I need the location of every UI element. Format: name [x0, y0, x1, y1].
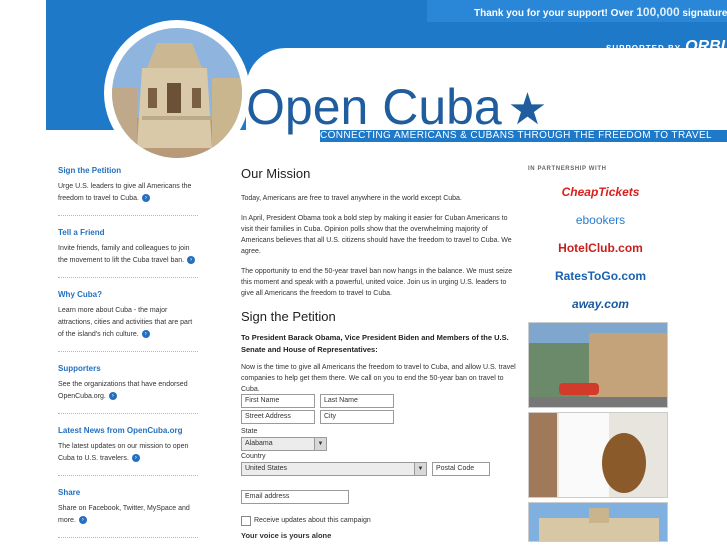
email-field[interactable]: Email address	[241, 490, 349, 504]
state-value: Alabama	[245, 440, 273, 447]
sidebar-item-text: The latest updates on our mission to ope…	[58, 443, 189, 462]
arrow-right-icon[interactable]: ›	[141, 330, 150, 339]
sidebar-item-supporters[interactable]: Supporters See the organizations that ha…	[58, 364, 198, 414]
logo-text: Open Cuba	[246, 79, 502, 135]
sidebar-item-sign-petition[interactable]: Sign the Petition Urge U.S. leaders to g…	[58, 166, 198, 216]
city-field[interactable]: City	[320, 410, 394, 424]
sidebar-item-title[interactable]: Share	[58, 488, 198, 497]
musician-photo	[528, 412, 668, 498]
last-name-field[interactable]: Last Name	[320, 394, 394, 408]
arrow-right-icon[interactable]: ›	[108, 392, 117, 401]
sidebar-item-latest-news[interactable]: Latest News from OpenCuba.org The latest…	[58, 426, 198, 476]
state-label: State	[241, 428, 258, 435]
plaza-image	[529, 503, 667, 541]
state-select[interactable]: Alabama ▼	[241, 437, 327, 451]
sidebar-item-text: Urge U.S. leaders to give all Americans …	[58, 183, 192, 202]
sidebar-item-title[interactable]: Sign the Petition	[58, 166, 198, 175]
petition-addressee: To President Barack Obama, Vice Presiden…	[241, 333, 509, 354]
mission-paragraph: The opportunity to end the 50-year trave…	[241, 268, 513, 297]
arrow-right-icon[interactable]: ›	[141, 194, 150, 203]
cathedral-image	[112, 28, 242, 158]
sidebar-item-text: Learn more about Cuba - the major attrac…	[58, 307, 193, 338]
postal-code-field[interactable]: Postal Code	[432, 462, 490, 476]
sidebar-item-tell-friend[interactable]: Tell a Friend Invite friends, family and…	[58, 228, 198, 278]
plaza-photo	[528, 502, 668, 542]
signature-counter: Thank you for your support! Over 100,000…	[474, 5, 727, 19]
voice-label: Your voice is yours alone	[241, 531, 332, 540]
country-select[interactable]: United States ▼	[241, 462, 427, 476]
arrow-right-icon[interactable]: ›	[131, 454, 140, 463]
site-logo[interactable]: Open Cuba ★	[246, 82, 547, 135]
cathedral-photo	[104, 20, 250, 166]
first-name-field[interactable]: First Name	[241, 394, 315, 408]
petition-text: Now is the time to give all Americans th…	[241, 364, 516, 393]
thanks-suffix: signatures and co	[682, 8, 727, 19]
partners-column: IN PARTNERSHIP WITH CheapTickets ebooker…	[528, 166, 673, 542]
sidebar-item-share[interactable]: Share Share on Facebook, Twitter, MySpac…	[58, 488, 198, 538]
sidebar-item-title[interactable]: Why Cuba?	[58, 290, 198, 299]
mission-paragraph: In April, President Obama took a bold st…	[241, 215, 512, 255]
mission-title: Our Mission	[241, 166, 311, 181]
updates-label: Receive updates about this campaign	[254, 517, 371, 524]
street-address-field[interactable]: Street Address	[241, 410, 315, 424]
main-content: Our Mission Today, Americans are free to…	[241, 166, 521, 404]
partner-cheaptickets-logo[interactable]: CheapTickets	[528, 178, 673, 206]
street-image	[529, 323, 667, 407]
sidebar-item-text: See the organizations that have endorsed…	[58, 381, 188, 400]
mission-paragraph: Today, Americans are free to travel anyw…	[241, 195, 462, 202]
chevron-down-icon[interactable]: ▼	[314, 438, 326, 450]
sidebar-item-title[interactable]: Supporters	[58, 364, 198, 373]
partner-ratestogo-logo[interactable]: RatesToGo.com	[528, 262, 673, 290]
petition-title: Sign the Petition	[241, 309, 336, 324]
chevron-down-icon[interactable]: ▼	[414, 463, 426, 475]
thanks-text: Thank you for your support! Over	[474, 8, 634, 19]
star-icon: ★	[507, 85, 548, 134]
country-label: Country	[241, 453, 266, 460]
partners-title: IN PARTNERSHIP WITH	[528, 166, 607, 172]
sidebar-item-title[interactable]: Tell a Friend	[58, 228, 198, 237]
arrow-right-icon[interactable]: ›	[78, 516, 87, 525]
arrow-right-icon[interactable]: ›	[187, 256, 196, 265]
musician-image	[529, 413, 667, 497]
country-value: United States	[245, 465, 288, 472]
updates-checkbox[interactable]	[241, 516, 251, 526]
sidebar-item-title[interactable]: Latest News from OpenCuba.org	[58, 426, 198, 435]
street-photo	[528, 322, 668, 408]
sidebar-item-text: Share on Facebook, Twitter, MySpace and …	[58, 505, 190, 524]
partner-away-logo[interactable]: away.com	[528, 290, 673, 318]
signature-count: 100,000	[636, 5, 680, 19]
partner-ebookers-logo[interactable]: ebookers	[528, 206, 673, 234]
sidebar-item-text: Invite friends, family and colleagues to…	[58, 245, 190, 264]
partner-hotelclub-logo[interactable]: HotelClub.com	[528, 234, 673, 262]
sidebar-item-why-cuba[interactable]: Why Cuba? Learn more about Cuba - the ma…	[58, 290, 198, 352]
sidebar: Sign the Petition Urge U.S. leaders to g…	[58, 166, 198, 545]
